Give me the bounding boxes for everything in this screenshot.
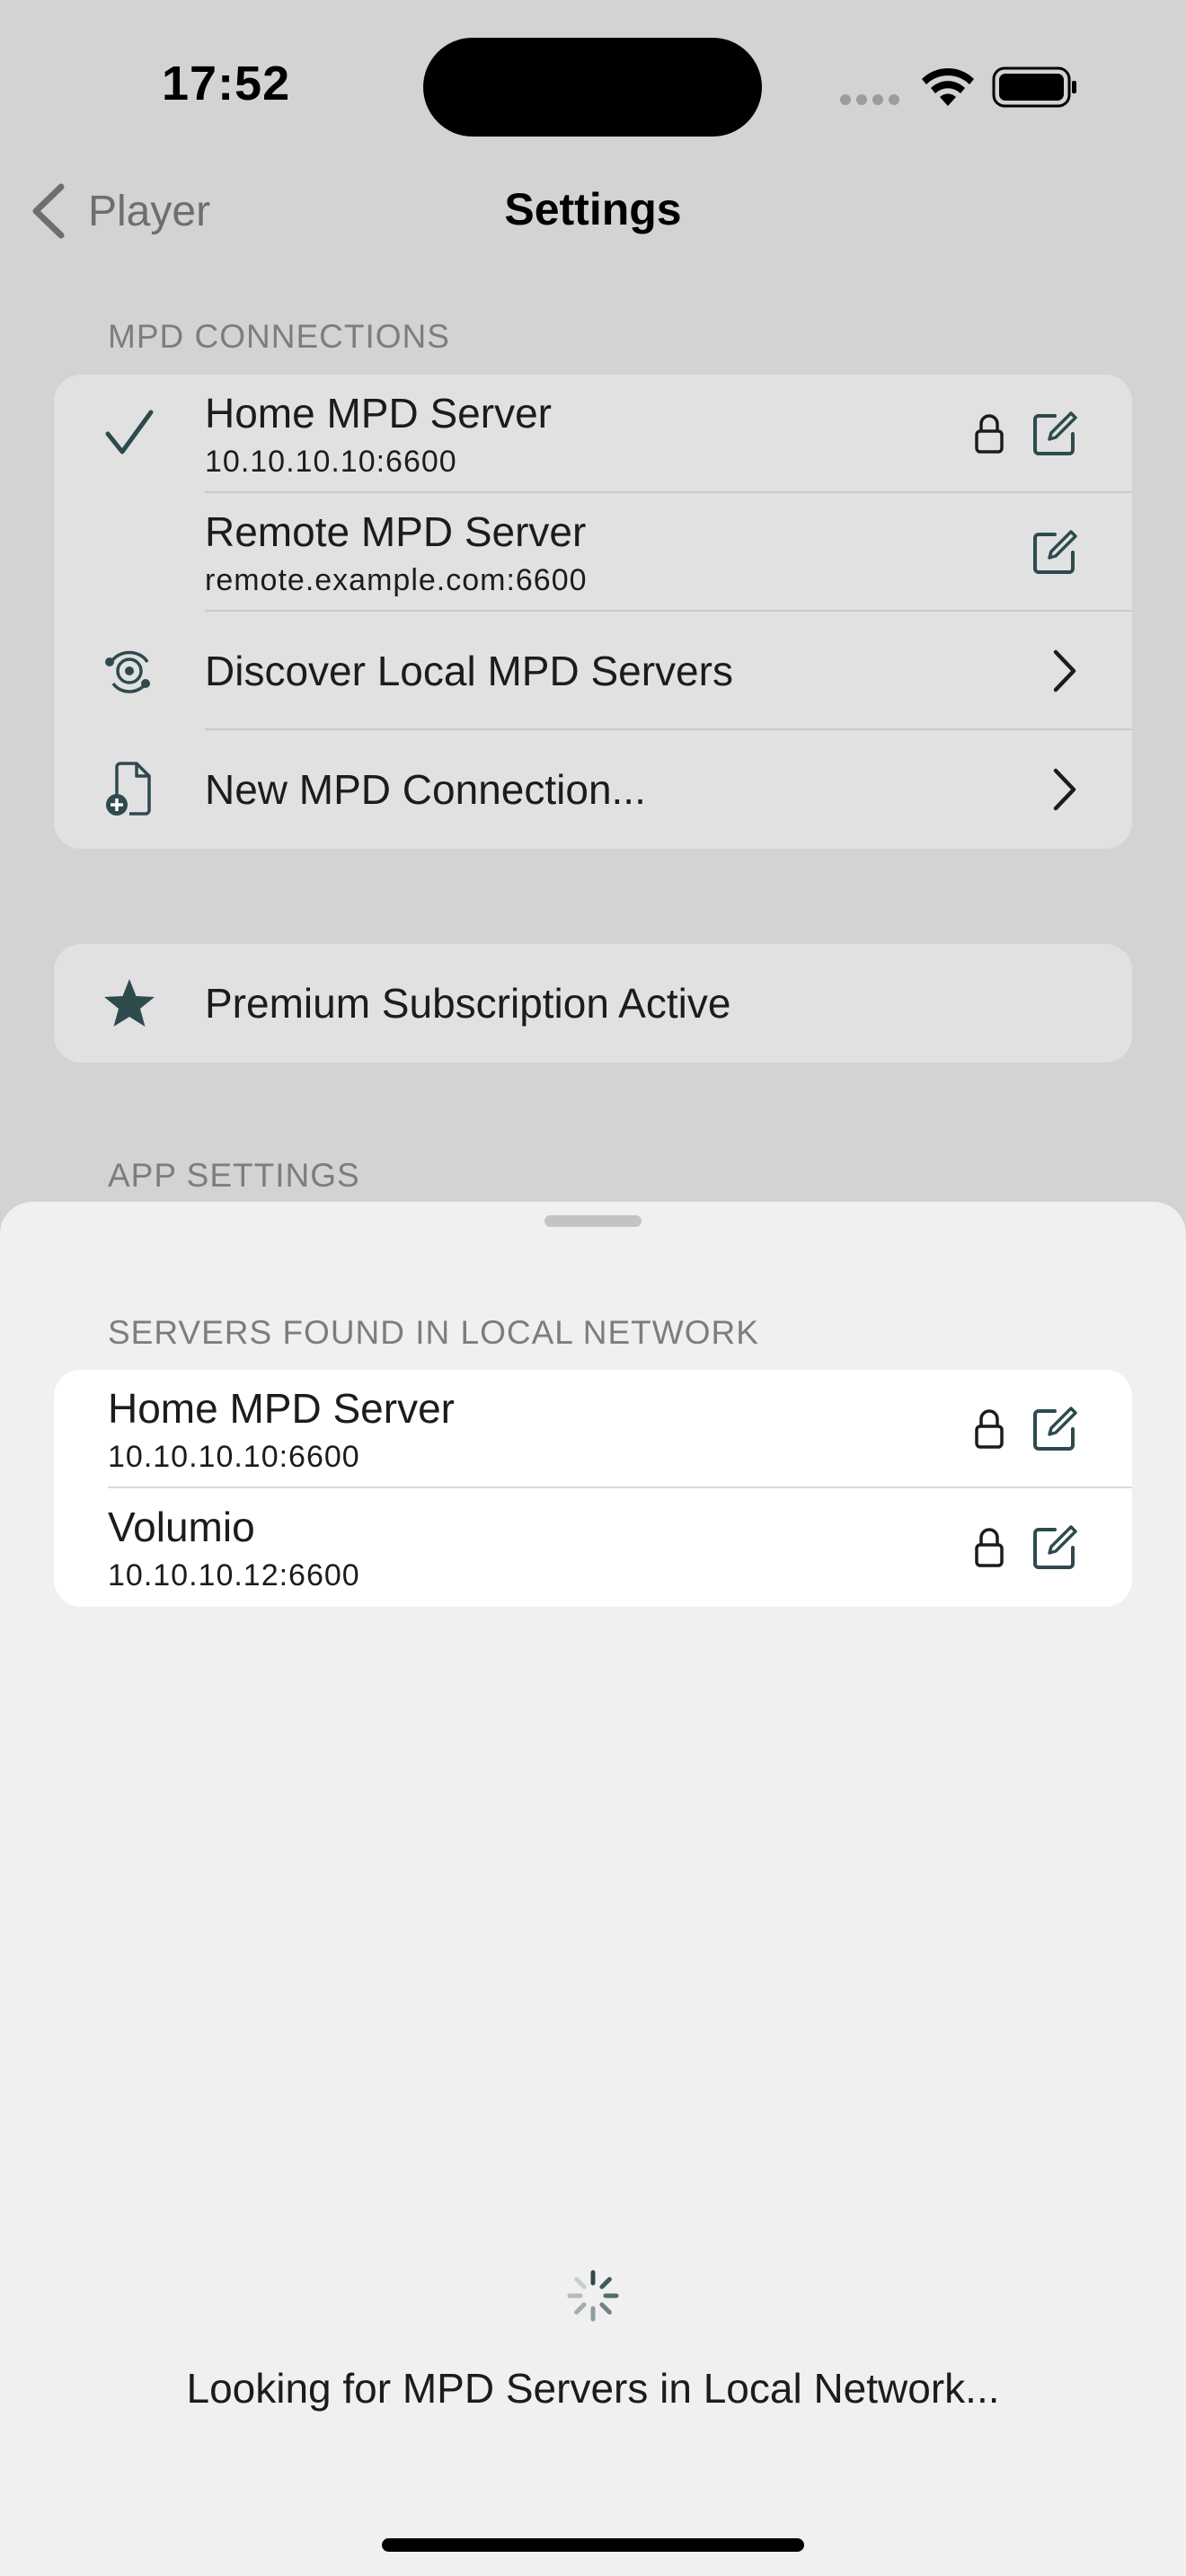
- home-indicator[interactable]: [382, 2538, 804, 2552]
- premium-row[interactable]: Premium Subscription Active: [54, 944, 1132, 1063]
- cellular-signal-icon: [840, 93, 905, 110]
- dynamic-island: [423, 38, 762, 137]
- connection-address: remote.example.com:6600: [205, 563, 588, 597]
- premium-card: Premium Subscription Active: [54, 944, 1132, 1063]
- new-connection-row[interactable]: New MPD Connection...: [54, 730, 1132, 849]
- discover-servers-label: Discover Local MPD Servers: [205, 648, 733, 694]
- checkmark-icon: [105, 410, 154, 454]
- mpd-connections-header: MPD CONNECTIONS: [108, 318, 450, 355]
- server-name: Volumio: [108, 1504, 255, 1550]
- lock-icon: [975, 1409, 1004, 1449]
- battery-icon: [992, 66, 1076, 108]
- servers-found-header: SERVERS FOUND IN LOCAL NETWORK: [108, 1314, 759, 1351]
- status-time: 17:52: [162, 57, 291, 110]
- chevron-right-icon: [1053, 649, 1076, 693]
- servers-found-list: Home MPD Server 10.10.10.10:6600 Volumio…: [54, 1370, 1132, 1607]
- lock-icon: [975, 414, 1004, 454]
- server-address: 10.10.10.12:6600: [108, 1558, 360, 1592]
- new-connection-label: New MPD Connection...: [205, 766, 646, 813]
- discovery-status-message: Looking for MPD Servers in Local Network…: [186, 2365, 1000, 2412]
- spinner-icon: [567, 2270, 619, 2322]
- connection-name: Home MPD Server: [205, 390, 552, 437]
- found-server-row[interactable]: Volumio 10.10.10.12:6600: [54, 1488, 1132, 1607]
- connection-row[interactable]: Remote MPD Server remote.example.com:660…: [54, 493, 1132, 612]
- edit-icon[interactable]: [1031, 1524, 1078, 1571]
- connection-name: Remote MPD Server: [205, 508, 587, 555]
- connection-row[interactable]: Home MPD Server 10.10.10.10:6600: [54, 375, 1132, 493]
- app-settings-header: APP SETTINGS: [108, 1157, 360, 1194]
- connection-address: 10.10.10.10:6600: [205, 445, 457, 479]
- found-server-row[interactable]: Home MPD Server 10.10.10.10:6600: [54, 1370, 1132, 1488]
- mpd-connections-list: Home MPD Server 10.10.10.10:6600 Remote …: [54, 375, 1132, 849]
- sheet-grabber[interactable]: [544, 1215, 642, 1227]
- edit-icon[interactable]: [1031, 529, 1078, 576]
- discover-servers-row[interactable]: Discover Local MPD Servers: [54, 612, 1132, 730]
- lock-icon: [975, 1528, 1004, 1567]
- network-discover-icon: [105, 650, 150, 693]
- star-icon: [104, 979, 155, 1027]
- chevron-right-icon: [1053, 768, 1076, 811]
- edit-icon[interactable]: [1031, 410, 1078, 457]
- wifi-icon: [922, 67, 974, 106]
- premium-label: Premium Subscription Active: [205, 980, 731, 1027]
- server-address: 10.10.10.10:6600: [108, 1440, 360, 1474]
- edit-icon[interactable]: [1031, 1406, 1078, 1452]
- server-name: Home MPD Server: [108, 1385, 455, 1432]
- page-title: Settings: [504, 184, 682, 234]
- new-document-icon: [106, 762, 151, 816]
